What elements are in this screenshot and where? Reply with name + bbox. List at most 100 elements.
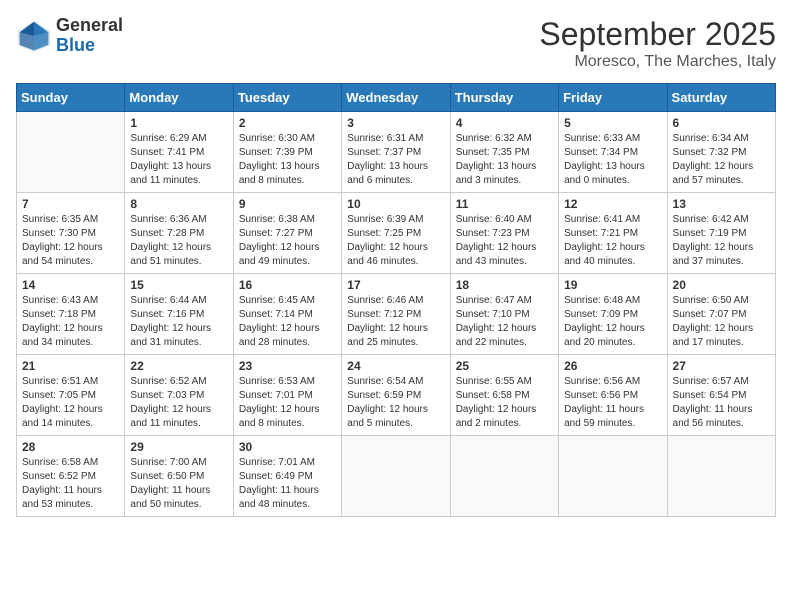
day-number: 13 [673,197,770,211]
calendar-cell: 16Sunrise: 6:45 AMSunset: 7:14 PMDayligh… [233,274,341,355]
day-number: 26 [564,359,661,373]
day-number: 7 [22,197,119,211]
day-number: 18 [456,278,553,292]
calendar-cell: 26Sunrise: 6:56 AMSunset: 6:56 PMDayligh… [559,355,667,436]
location: Moresco, The Marches, Italy [539,53,776,71]
day-number: 15 [130,278,227,292]
day-number: 6 [673,116,770,130]
day-number: 22 [130,359,227,373]
day-number: 28 [22,440,119,454]
day-number: 11 [456,197,553,211]
calendar-cell: 10 Sunrise: 6:39 AMSunset: 7:25 PMDayligh… [342,193,450,274]
day-number: 19 [564,278,661,292]
calendar-cell: 22 Sunrise: 6:52 AMSunset: 7:03 PMDayligh… [125,355,233,436]
column-header-saturday: Saturday [667,84,775,112]
cell-content: Sunrise: 6:36 AMSunset: 7:28 PMDaylight:… [130,213,227,269]
cell-content: Sunrise: 6:32 AMSunset: 7:35 PMDaylight:… [456,132,553,188]
cell-content: Sunrise: 6:42 AMSunset: 7:19 PMDaylight:… [673,213,770,269]
cell-content: Sunrise: 6:52 AMSunset: 7:03 PMDaylight:… [130,375,227,431]
column-header-tuesday: Tuesday [233,84,341,112]
calendar-cell: 12Sunrise: 6:41 AMSunset: 7:21 PMDayligh… [559,193,667,274]
cell-content: Sunrise: 6:46 AMSunset: 7:12 PMDaylight:… [347,294,444,350]
day-number: 25 [456,359,553,373]
cell-content: Sunrise: 6:45 AMSunset: 7:14 PMDaylight:… [239,294,336,350]
cell-content: Sunrise: 6:39 AMSunset: 7:25 PMDaylight:… [347,213,444,269]
cell-content: Sunrise: 6:41 AMSunset: 7:21 PMDaylight:… [564,213,661,269]
day-number: 10 [347,197,444,211]
calendar-cell: 18 Sunrise: 6:47 AMSunset: 7:10 PMDayligh… [450,274,558,355]
column-header-thursday: Thursday [450,84,558,112]
calendar-table: SundayMondayTuesdayWednesdayThursdayFrid… [16,83,776,517]
day-number: 4 [456,116,553,130]
column-header-friday: Friday [559,84,667,112]
cell-content: Sunrise: 6:35 AMSunset: 7:30 PMDaylight:… [22,213,119,269]
cell-content: Sunrise: 6:30 AMSunset: 7:39 PMDaylight:… [239,132,336,188]
calendar-cell: 4 Sunrise: 6:32 AMSunset: 7:35 PMDaylight… [450,112,558,193]
calendar-cell: 13 Sunrise: 6:42 AMSunset: 7:19 PMDayligh… [667,193,775,274]
day-number: 30 [239,440,336,454]
cell-content: Sunrise: 6:47 AMSunset: 7:10 PMDaylight:… [456,294,553,350]
calendar-cell: 27 Sunrise: 6:57 AMSunset: 6:54 PMDayligh… [667,355,775,436]
calendar-cell: 21Sunrise: 6:51 AMSunset: 7:05 PMDayligh… [17,355,125,436]
day-number: 17 [347,278,444,292]
page-header: General Blue September 2025 Moresco, The… [16,16,776,71]
calendar-week-row: 21Sunrise: 6:51 AMSunset: 7:05 PMDayligh… [17,355,776,436]
day-number: 5 [564,116,661,130]
title-block: September 2025 Moresco, The Marches, Ita… [539,16,776,71]
logo-general: General [56,16,123,36]
cell-content: Sunrise: 6:57 AMSunset: 6:54 PMDaylight:… [673,375,770,431]
cell-content: Sunrise: 6:54 AMSunset: 6:59 PMDaylight:… [347,375,444,431]
logo-text: General Blue [56,16,123,56]
calendar-cell [17,112,125,193]
calendar-cell: 11Sunrise: 6:40 AMSunset: 7:23 PMDayligh… [450,193,558,274]
calendar-cell: 30 Sunrise: 7:01 AMSunset: 6:49 PMDayligh… [233,436,341,517]
cell-content: Sunrise: 6:31 AMSunset: 7:37 PMDaylight:… [347,132,444,188]
day-number: 1 [130,116,227,130]
cell-content: Sunrise: 6:38 AMSunset: 7:27 PMDaylight:… [239,213,336,269]
cell-content: Sunrise: 6:58 AMSunset: 6:52 PMDaylight:… [22,456,119,512]
calendar-cell: 23Sunrise: 6:53 AMSunset: 7:01 PMDayligh… [233,355,341,436]
cell-content: Sunrise: 7:00 AMSunset: 6:50 PMDaylight:… [130,456,227,512]
calendar-cell: 2Sunrise: 6:30 AMSunset: 7:39 PMDaylight… [233,112,341,193]
calendar-week-row: 14Sunrise: 6:43 AMSunset: 7:18 PMDayligh… [17,274,776,355]
day-number: 8 [130,197,227,211]
day-number: 9 [239,197,336,211]
day-number: 23 [239,359,336,373]
day-number: 3 [347,116,444,130]
calendar-cell: 15Sunrise: 6:44 AMSunset: 7:16 PMDayligh… [125,274,233,355]
calendar-week-row: 28 Sunrise: 6:58 AMSunset: 6:52 PMDayligh… [17,436,776,517]
column-header-wednesday: Wednesday [342,84,450,112]
calendar-cell: 7 Sunrise: 6:35 AMSunset: 7:30 PMDaylight… [17,193,125,274]
month-title: September 2025 [539,16,776,53]
column-header-sunday: Sunday [17,84,125,112]
calendar-cell: 28 Sunrise: 6:58 AMSunset: 6:52 PMDayligh… [17,436,125,517]
calendar-cell [450,436,558,517]
cell-content: Sunrise: 6:50 AMSunset: 7:07 PMDaylight:… [673,294,770,350]
day-number: 29 [130,440,227,454]
calendar-cell: 1 Sunrise: 6:29 AMSunset: 7:41 PMDaylight… [125,112,233,193]
calendar-cell [342,436,450,517]
logo-icon [16,18,52,54]
calendar-week-row: 7 Sunrise: 6:35 AMSunset: 7:30 PMDaylight… [17,193,776,274]
cell-content: Sunrise: 6:33 AMSunset: 7:34 PMDaylight:… [564,132,661,188]
cell-content: Sunrise: 6:48 AMSunset: 7:09 PMDaylight:… [564,294,661,350]
calendar-cell: 20 Sunrise: 6:50 AMSunset: 7:07 PMDayligh… [667,274,775,355]
cell-content: Sunrise: 6:29 AMSunset: 7:41 PMDaylight:… [130,132,227,188]
day-number: 27 [673,359,770,373]
calendar-cell: 24Sunrise: 6:54 AMSunset: 6:59 PMDayligh… [342,355,450,436]
calendar-week-row: 1 Sunrise: 6:29 AMSunset: 7:41 PMDaylight… [17,112,776,193]
calendar-header-row: SundayMondayTuesdayWednesdayThursdayFrid… [17,84,776,112]
calendar-cell [667,436,775,517]
column-header-monday: Monday [125,84,233,112]
day-number: 20 [673,278,770,292]
calendar-cell: 8 Sunrise: 6:36 AMSunset: 7:28 PMDaylight… [125,193,233,274]
calendar-cell: 14Sunrise: 6:43 AMSunset: 7:18 PMDayligh… [17,274,125,355]
calendar-cell [559,436,667,517]
calendar-cell: 29 Sunrise: 7:00 AMSunset: 6:50 PMDayligh… [125,436,233,517]
cell-content: Sunrise: 7:01 AMSunset: 6:49 PMDaylight:… [239,456,336,512]
cell-content: Sunrise: 6:34 AMSunset: 7:32 PMDaylight:… [673,132,770,188]
calendar-cell: 17 Sunrise: 6:46 AMSunset: 7:12 PMDayligh… [342,274,450,355]
cell-content: Sunrise: 6:43 AMSunset: 7:18 PMDaylight:… [22,294,119,350]
calendar-cell: 19 Sunrise: 6:48 AMSunset: 7:09 PMDayligh… [559,274,667,355]
calendar-cell: 9 Sunrise: 6:38 AMSunset: 7:27 PMDaylight… [233,193,341,274]
